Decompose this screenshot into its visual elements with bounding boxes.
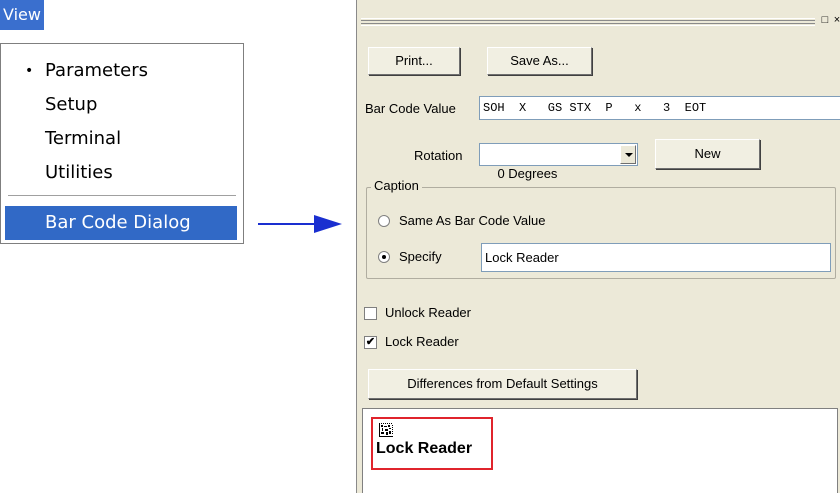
bar-code-value-field[interactable]: SOH X GS STX P x 3 EOT	[479, 96, 840, 120]
menu-item-bar-code-dialog[interactable]: Bar Code Dialog	[5, 206, 237, 240]
rotation-value: 0 Degrees	[497, 166, 558, 181]
save-as-button[interactable]: Save As...	[487, 47, 592, 75]
lock-reader-label: Lock Reader	[385, 334, 459, 349]
view-menu: • Parameters Setup Terminal Utilities Ba…	[0, 43, 244, 244]
same-as-radio[interactable]	[378, 215, 390, 227]
new-button[interactable]: New	[655, 139, 760, 169]
menu-item-label: Parameters	[45, 60, 149, 81]
dialog-titlebar: □ ×	[357, 10, 840, 36]
menu-separator	[8, 195, 236, 197]
bar-code-dialog: □ × Print... Save As... Bar Code Value S…	[356, 0, 840, 493]
menu-item-label: Bar Code Dialog	[45, 212, 191, 233]
selected-bullet-icon: •	[25, 63, 34, 79]
unlock-reader-label: Unlock Reader	[385, 305, 471, 320]
menu-item-terminal[interactable]: Terminal	[1, 122, 243, 156]
menu-item-label: Utilities	[45, 162, 113, 183]
titlebar-grip[interactable]	[361, 18, 815, 26]
lock-reader-checkbox[interactable]: ✔	[364, 336, 377, 349]
bar-code-value-label: Bar Code Value	[365, 101, 456, 116]
pointer-arrow-line	[258, 223, 318, 225]
barcode-image-icon	[379, 423, 393, 437]
menu-item-setup[interactable]: Setup	[1, 88, 243, 122]
menu-item-label: Setup	[45, 94, 98, 115]
chevron-down-icon[interactable]	[620, 145, 636, 164]
menu-item-label: Terminal	[45, 128, 122, 149]
barcode-preview-pane: Lock Reader	[362, 408, 838, 493]
unlock-reader-checkbox[interactable]	[364, 307, 377, 320]
close-icon[interactable]: ×	[831, 14, 840, 26]
specify-field[interactable]: Lock Reader	[481, 243, 831, 272]
barcode-preview: Lock Reader	[371, 417, 493, 470]
differences-button[interactable]: Differences from Default Settings	[368, 369, 637, 399]
barcode-caption: Lock Reader	[376, 440, 473, 457]
rotation-label: Rotation	[414, 148, 463, 163]
pointer-arrow-icon	[314, 215, 342, 233]
print-button[interactable]: Print...	[368, 47, 460, 75]
same-as-label: Same As Bar Code Value	[399, 213, 546, 228]
view-menu-title[interactable]: View	[0, 0, 44, 30]
restore-icon[interactable]: □	[819, 14, 831, 26]
caption-legend: Caption	[371, 178, 422, 193]
menu-item-parameters[interactable]: • Parameters	[1, 54, 243, 88]
specify-radio[interactable]	[378, 251, 390, 263]
menu-item-utilities[interactable]: Utilities	[1, 156, 243, 190]
rotation-select[interactable]: 0 Degrees	[479, 143, 638, 181]
specify-label: Specify	[399, 249, 442, 264]
